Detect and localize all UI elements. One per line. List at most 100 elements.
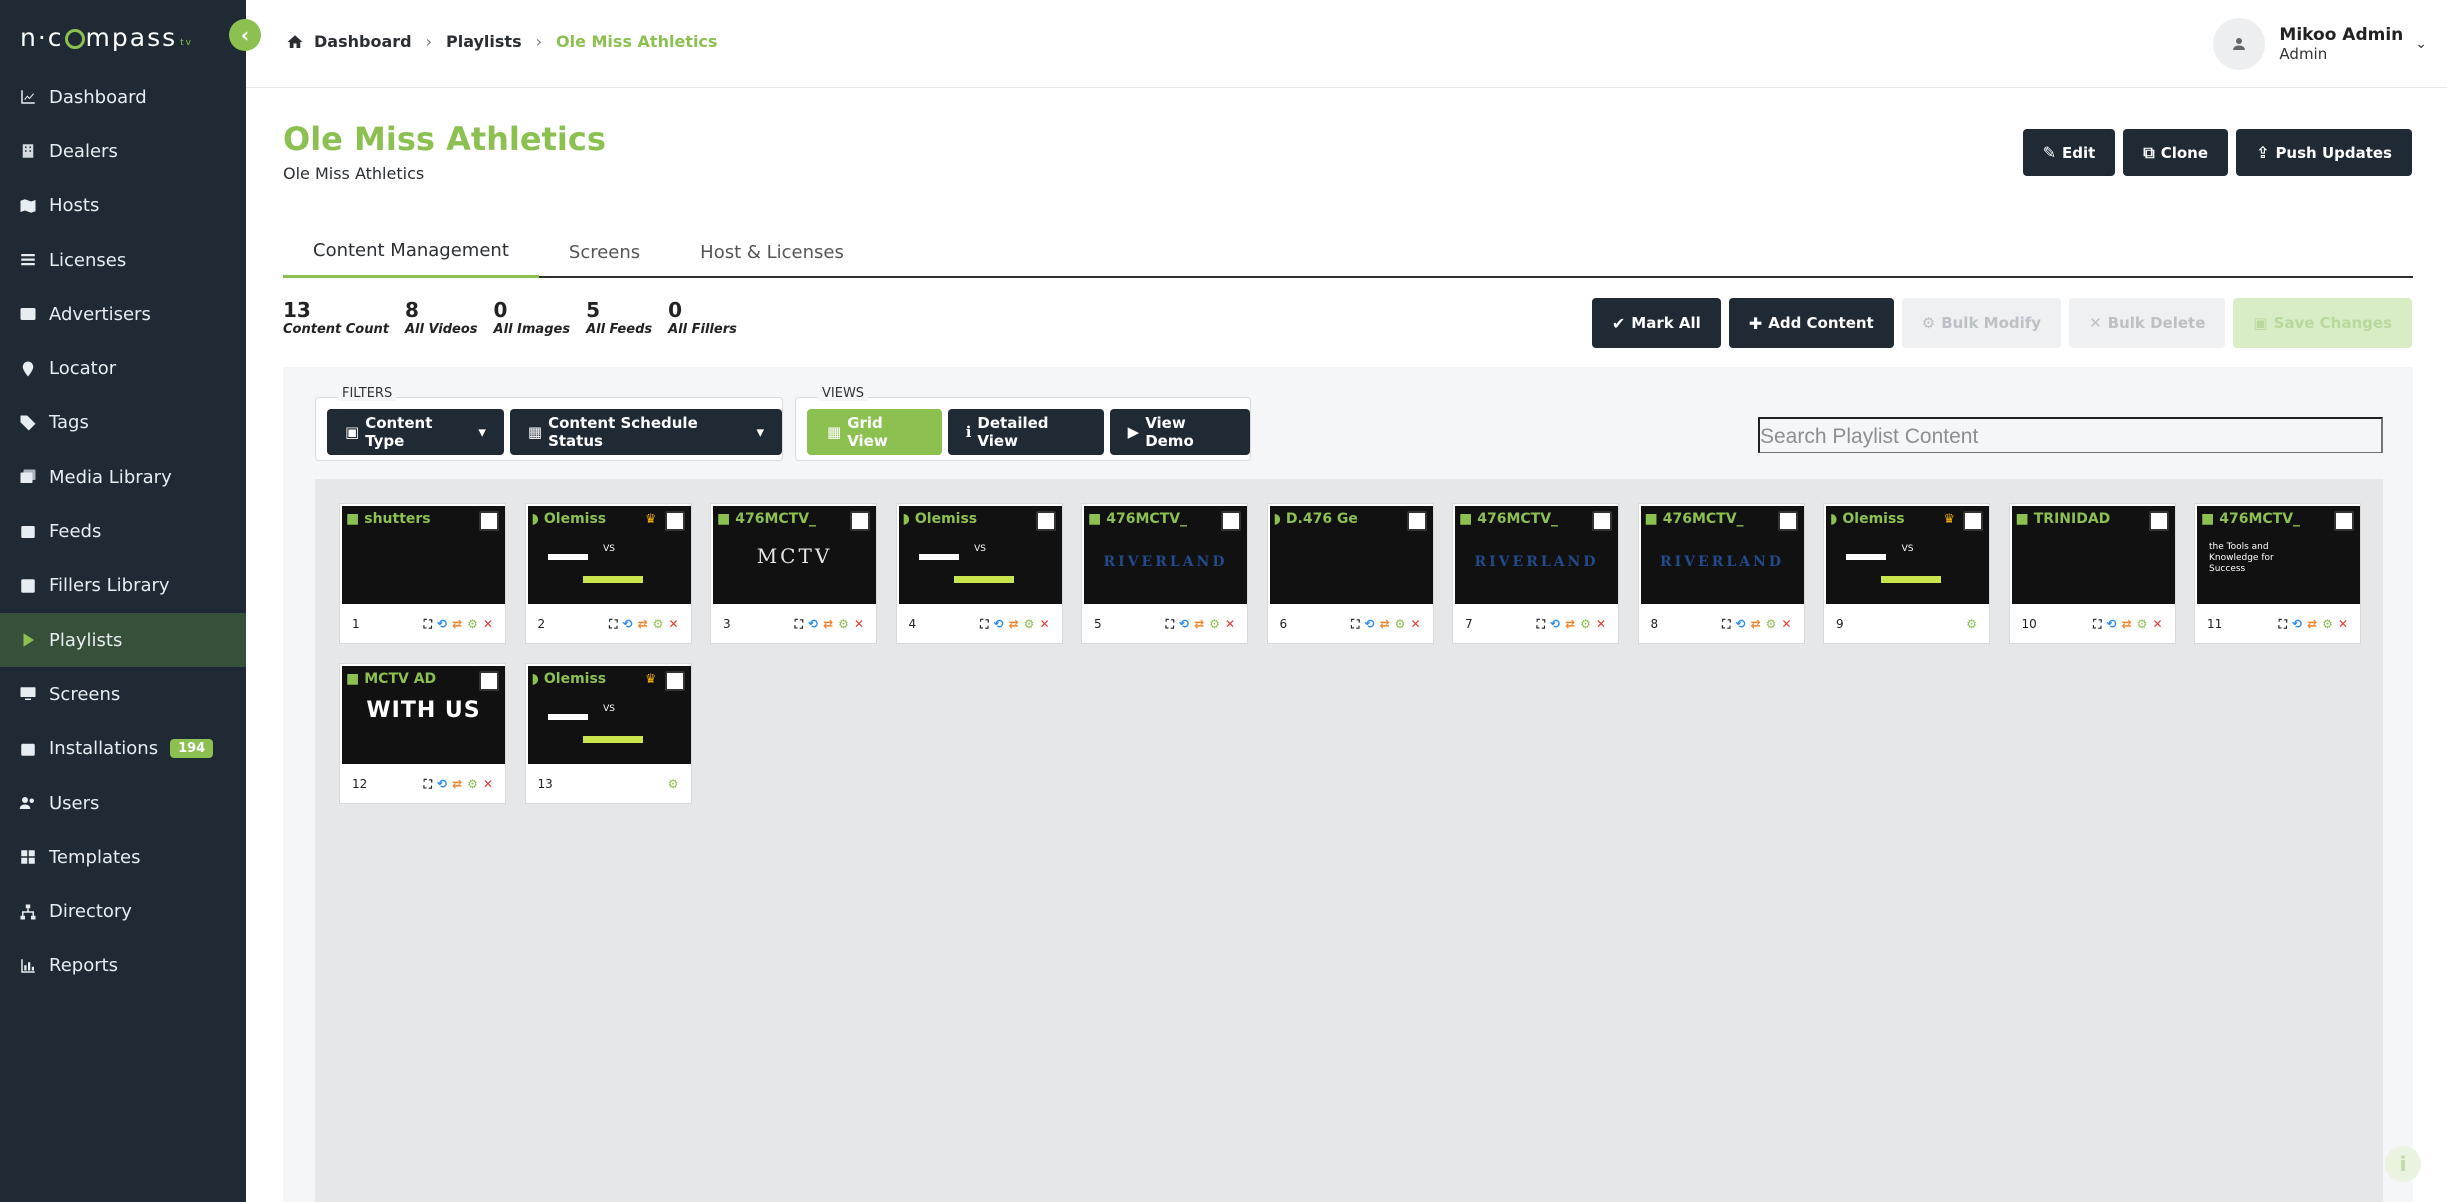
repeat-icon[interactable]: ⟲: [437, 777, 447, 791]
sidebar-item-licenses[interactable]: Licenses: [0, 233, 246, 287]
expand-icon[interactable]: ⛶: [609, 617, 617, 632]
user-menu[interactable]: Mikoo Admin Admin ⌄: [2213, 18, 2427, 70]
breadcrumb-dashboard[interactable]: Dashboard: [314, 32, 412, 51]
swap-icon[interactable]: ⇄: [823, 617, 833, 631]
repeat-icon[interactable]: ⟲: [1365, 617, 1375, 631]
playlist-content-card[interactable]: VS ◗ Olemiss ♛ 13 ⚙: [524, 663, 692, 804]
add-content-button[interactable]: ✚ Add Content: [1728, 298, 1894, 348]
delete-icon[interactable]: ✕: [483, 777, 493, 791]
playlist-content-card[interactable]: RIVERLAND ■ 476MCTV_ 5 ⛶ ⟲ ⇄ ⚙ ✕: [1081, 503, 1248, 644]
settings-icon[interactable]: ⚙: [668, 777, 679, 791]
save-changes-button[interactable]: ▣ Save Changes: [2233, 298, 2412, 348]
clone-button[interactable]: ⧉ Clone: [2123, 129, 2229, 176]
repeat-icon[interactable]: ⟲: [1550, 617, 1560, 631]
repeat-icon[interactable]: ⟲: [808, 617, 818, 631]
expand-icon[interactable]: ⛶: [1166, 617, 1174, 632]
swap-icon[interactable]: ⇄: [1565, 617, 1575, 631]
settings-icon[interactable]: ⚙: [1580, 617, 1591, 631]
chevron-down-icon[interactable]: ⌄: [2415, 36, 2427, 52]
tab-screens[interactable]: Screens: [539, 226, 670, 278]
playlist-content-card[interactable]: WITH US ■ MCTV AD 12 ⛶ ⟲ ⇄ ⚙ ✕: [339, 663, 506, 804]
sidebar-item-advertisers[interactable]: Advertisers: [0, 287, 246, 341]
settings-icon[interactable]: ⚙: [467, 777, 478, 791]
sidebar-item-feeds[interactable]: Feeds: [0, 504, 246, 558]
delete-icon[interactable]: ✕: [2152, 617, 2162, 631]
settings-icon[interactable]: ⚙: [1024, 617, 1035, 631]
settings-icon[interactable]: ⚙: [2137, 617, 2148, 631]
select-checkbox[interactable]: [664, 671, 685, 691]
sidebar-item-screens[interactable]: Screens: [0, 667, 246, 721]
swap-icon[interactable]: ⇄: [1751, 617, 1761, 631]
delete-icon[interactable]: ✕: [1039, 617, 1049, 631]
select-checkbox[interactable]: [2148, 511, 2169, 531]
settings-icon[interactable]: ⚙: [2322, 617, 2333, 631]
swap-icon[interactable]: ⇄: [638, 617, 648, 631]
swap-icon[interactable]: ⇄: [452, 617, 462, 631]
schedule-status-filter[interactable]: ▦ Content Schedule Status ▾: [509, 409, 782, 455]
expand-icon[interactable]: ⛶: [1351, 617, 1359, 632]
expand-icon[interactable]: ⛶: [1537, 617, 1545, 632]
settings-icon[interactable]: ⚙: [467, 617, 478, 631]
repeat-icon[interactable]: ⟲: [1736, 617, 1746, 631]
playlist-content-card[interactable]: ◗ D.476 Ge 6 ⛶ ⟲ ⇄ ⚙ ✕: [1266, 503, 1434, 644]
sidebar-item-users[interactable]: Users: [0, 776, 246, 830]
delete-icon[interactable]: ✕: [1781, 617, 1791, 631]
breadcrumb-playlists[interactable]: Playlists: [446, 32, 522, 51]
repeat-icon[interactable]: ⟲: [1179, 617, 1189, 631]
expand-icon[interactable]: ⛶: [795, 617, 803, 632]
playlist-content-card[interactable]: RIVERLAND ■ 476MCTV_ 7 ⛶ ⟲ ⇄ ⚙ ✕: [1452, 503, 1619, 644]
expand-icon[interactable]: ⛶: [424, 777, 432, 792]
sidebar-item-tags[interactable]: Tags: [0, 396, 246, 450]
view-demo-button[interactable]: ▶ View Demo: [1109, 409, 1250, 455]
repeat-icon[interactable]: ⟲: [2292, 617, 2302, 631]
delete-icon[interactable]: ✕: [483, 617, 493, 631]
detailed-view-button[interactable]: ℹ Detailed View: [947, 409, 1104, 455]
delete-icon[interactable]: ✕: [1225, 617, 1235, 631]
content-type-filter[interactable]: ▣ Content Type ▾: [327, 409, 504, 455]
delete-icon[interactable]: ✕: [668, 617, 678, 631]
swap-icon[interactable]: ⇄: [452, 777, 462, 791]
expand-icon[interactable]: ⛶: [424, 617, 432, 632]
delete-icon[interactable]: ✕: [1410, 617, 1420, 631]
swap-icon[interactable]: ⇄: [2122, 617, 2132, 631]
select-checkbox[interactable]: [850, 511, 870, 531]
expand-icon[interactable]: ⛶: [1722, 617, 1730, 632]
sidebar-item-directory[interactable]: Directory: [0, 884, 246, 938]
sidebar-item-playlists[interactable]: Playlists: [0, 612, 246, 668]
sidebar-collapse-button[interactable]: ‹: [229, 19, 261, 51]
playlist-content-card[interactable]: MCTV ■ 476MCTV_ 3 ⛶ ⟲ ⇄ ⚙ ✕: [710, 503, 877, 644]
sidebar-item-locator[interactable]: Locator: [0, 341, 246, 395]
avatar[interactable]: [2213, 18, 2266, 70]
repeat-icon[interactable]: ⟲: [994, 617, 1004, 631]
playlist-content-card[interactable]: the Tools and Knowledge for Success ■ 476M…: [2194, 503, 2361, 644]
settings-icon[interactable]: ⚙: [1766, 617, 1777, 631]
search-input[interactable]: [1758, 417, 2383, 453]
sidebar-item-dashboard[interactable]: Dashboard: [0, 70, 246, 124]
tab-host-licenses[interactable]: Host & Licenses: [670, 226, 874, 278]
settings-icon[interactable]: ⚙: [1395, 617, 1406, 631]
playlist-content-card[interactable]: ■ shutters 1 ⛶ ⟲ ⇄ ⚙ ✕: [339, 503, 506, 644]
push-updates-button[interactable]: ⇪ Push Updates: [2236, 129, 2412, 176]
expand-icon[interactable]: ⛶: [2279, 617, 2287, 632]
help-icon[interactable]: i: [2385, 1146, 2421, 1182]
mark-all-button[interactable]: ✔ Mark All: [1591, 298, 1721, 348]
delete-icon[interactable]: ✕: [1596, 617, 1606, 631]
ncompass-logo[interactable]: n·c mpass tv: [20, 20, 193, 54]
select-checkbox[interactable]: [479, 511, 499, 531]
select-checkbox[interactable]: [1963, 511, 1983, 531]
swap-icon[interactable]: ⇄: [1380, 617, 1390, 631]
repeat-icon[interactable]: ⟲: [623, 617, 633, 631]
sidebar-item-hosts[interactable]: Hosts: [0, 179, 246, 233]
expand-icon[interactable]: ⛶: [980, 617, 988, 632]
swap-icon[interactable]: ⇄: [1009, 617, 1019, 631]
select-checkbox[interactable]: [479, 671, 499, 691]
select-checkbox[interactable]: [1406, 511, 1427, 531]
repeat-icon[interactable]: ⟲: [2107, 617, 2117, 631]
bulk-delete-button[interactable]: ✕ Bulk Delete: [2069, 298, 2226, 348]
sidebar-item-templates[interactable]: Templates: [0, 830, 246, 884]
sidebar-item-dealers[interactable]: Dealers: [0, 124, 246, 178]
settings-icon[interactable]: ⚙: [1966, 617, 1977, 631]
select-checkbox[interactable]: [1592, 511, 1612, 531]
expand-icon[interactable]: ⛶: [2093, 617, 2101, 632]
select-checkbox[interactable]: [1035, 511, 1056, 531]
